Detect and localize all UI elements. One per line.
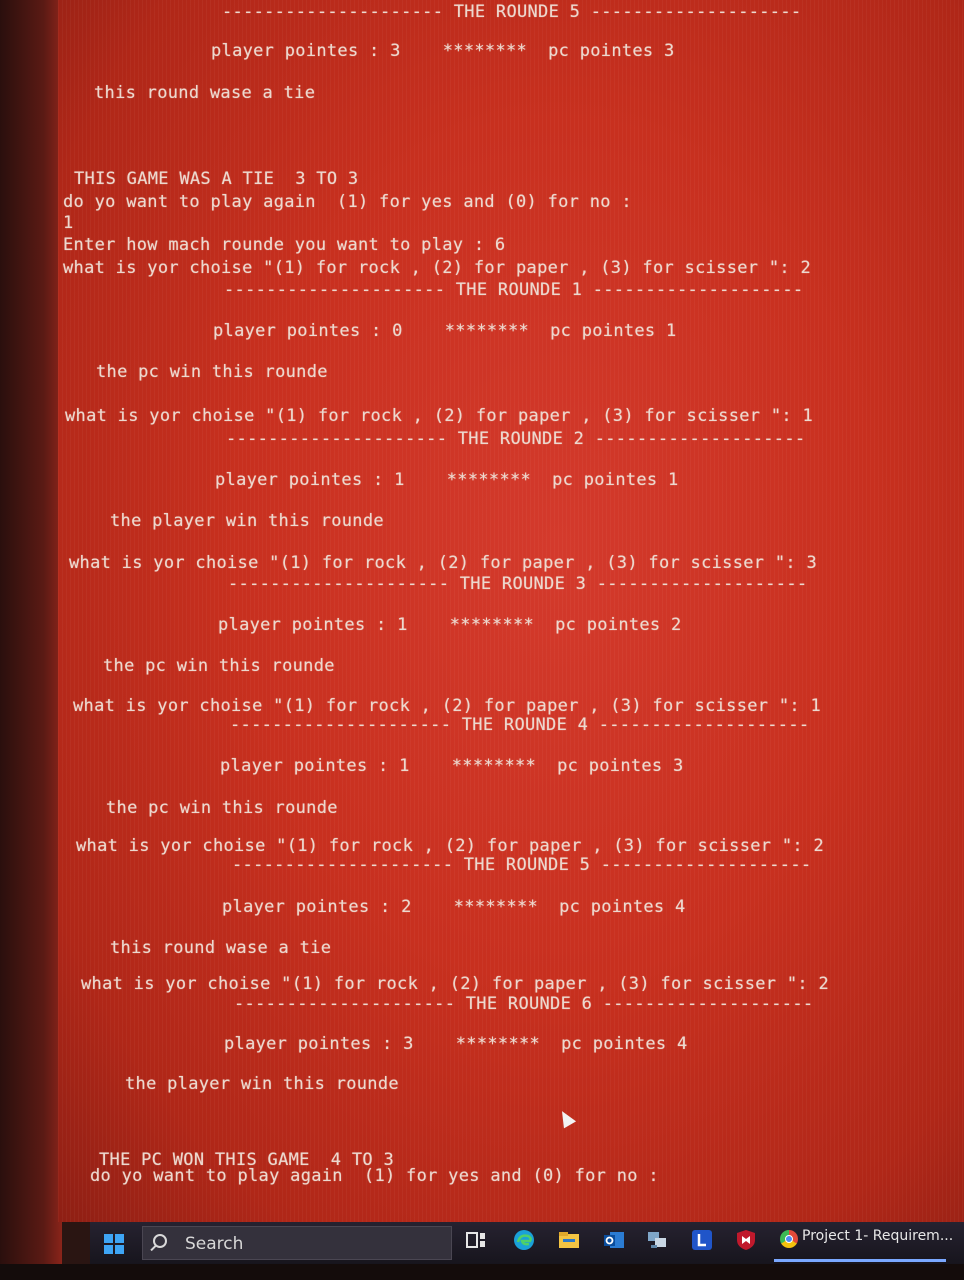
result-line: the player win this rounde — [110, 511, 384, 531]
game-result-line: THIS GAME WAS A TIE 3 TO 3 — [74, 169, 359, 189]
round-header: --------------------- THE ROUNDE 1 -----… — [224, 280, 804, 300]
windows-start-icon[interactable] — [104, 1234, 124, 1254]
round-header: --------------------- THE ROUNDE 5 -----… — [222, 2, 802, 22]
result-line: the pc win this rounde — [96, 362, 328, 382]
round-header: --------------------- THE ROUNDE 6 -----… — [234, 994, 814, 1014]
result-line: the pc win this rounde — [103, 656, 335, 676]
chrome-window-title: Project 1- Requirem... — [802, 1228, 954, 1244]
taskbar-search-box[interactable]: Search — [142, 1226, 452, 1260]
choice-prompt: what is yor choise "(1) for rock , (2) f… — [73, 696, 821, 716]
score-line: player pointes : 0 ******** pc pointes 1 — [213, 321, 677, 341]
round-header: --------------------- THE ROUNDE 5 -----… — [232, 855, 812, 875]
play-again-prompt: do yo want to play again (1) for yes and… — [63, 192, 632, 212]
search-label: Search — [185, 1234, 244, 1254]
result-line: this round wase a tie — [94, 83, 316, 103]
result-line: this round wase a tie — [110, 938, 332, 958]
score-line: player pointes : 3 ******** pc pointes 3 — [211, 41, 675, 61]
file-explorer-icon[interactable] — [557, 1228, 581, 1252]
edge-icon[interactable] — [512, 1228, 536, 1252]
user-input-line: 1 — [63, 213, 74, 233]
rounds-prompt: Enter how mach rounde you want to play :… — [63, 235, 506, 255]
result-line: the pc win this rounde — [106, 798, 338, 818]
task-view-icon[interactable] — [464, 1228, 488, 1252]
chrome-icon — [780, 1230, 798, 1248]
score-line: player pointes : 1 ******** pc pointes 1 — [215, 470, 679, 490]
score-line: player pointes : 1 ******** pc pointes 2 — [218, 615, 682, 635]
taskbar-chrome-window[interactable]: Project 1- Requirem... — [774, 1222, 953, 1262]
l-app-icon[interactable] — [690, 1228, 714, 1252]
score-line: player pointes : 2 ******** pc pointes 4 — [222, 897, 686, 917]
round-header: --------------------- THE ROUNDE 4 -----… — [230, 715, 810, 735]
mcafee-shield-icon[interactable] — [734, 1228, 758, 1252]
choice-prompt: what is yor choise "(1) for rock , (2) f… — [81, 974, 829, 994]
choice-prompt: what is yor choise "(1) for rock , (2) f… — [63, 258, 811, 278]
search-icon — [153, 1234, 167, 1248]
round-header: --------------------- THE ROUNDE 3 -----… — [228, 574, 808, 594]
choice-prompt: what is yor choise "(1) for rock , (2) f… — [69, 553, 817, 573]
round-header: --------------------- THE ROUNDE 2 -----… — [226, 429, 806, 449]
outlook-icon[interactable] — [602, 1228, 626, 1252]
choice-prompt: what is yor choise "(1) for rock , (2) f… — [65, 406, 813, 426]
result-line: the player win this rounde — [125, 1074, 399, 1094]
play-again-prompt: do yo want to play again (1) for yes and… — [90, 1166, 659, 1186]
network-app-icon[interactable] — [645, 1228, 669, 1252]
choice-prompt: what is yor choise "(1) for rock , (2) f… — [76, 836, 824, 856]
monitor-bezel — [0, 0, 62, 1280]
score-line: player pointes : 3 ******** pc pointes 4 — [224, 1034, 688, 1054]
monitor-bezel-bottom — [0, 1264, 964, 1280]
score-line: player pointes : 1 ******** pc pointes 3 — [220, 756, 684, 776]
